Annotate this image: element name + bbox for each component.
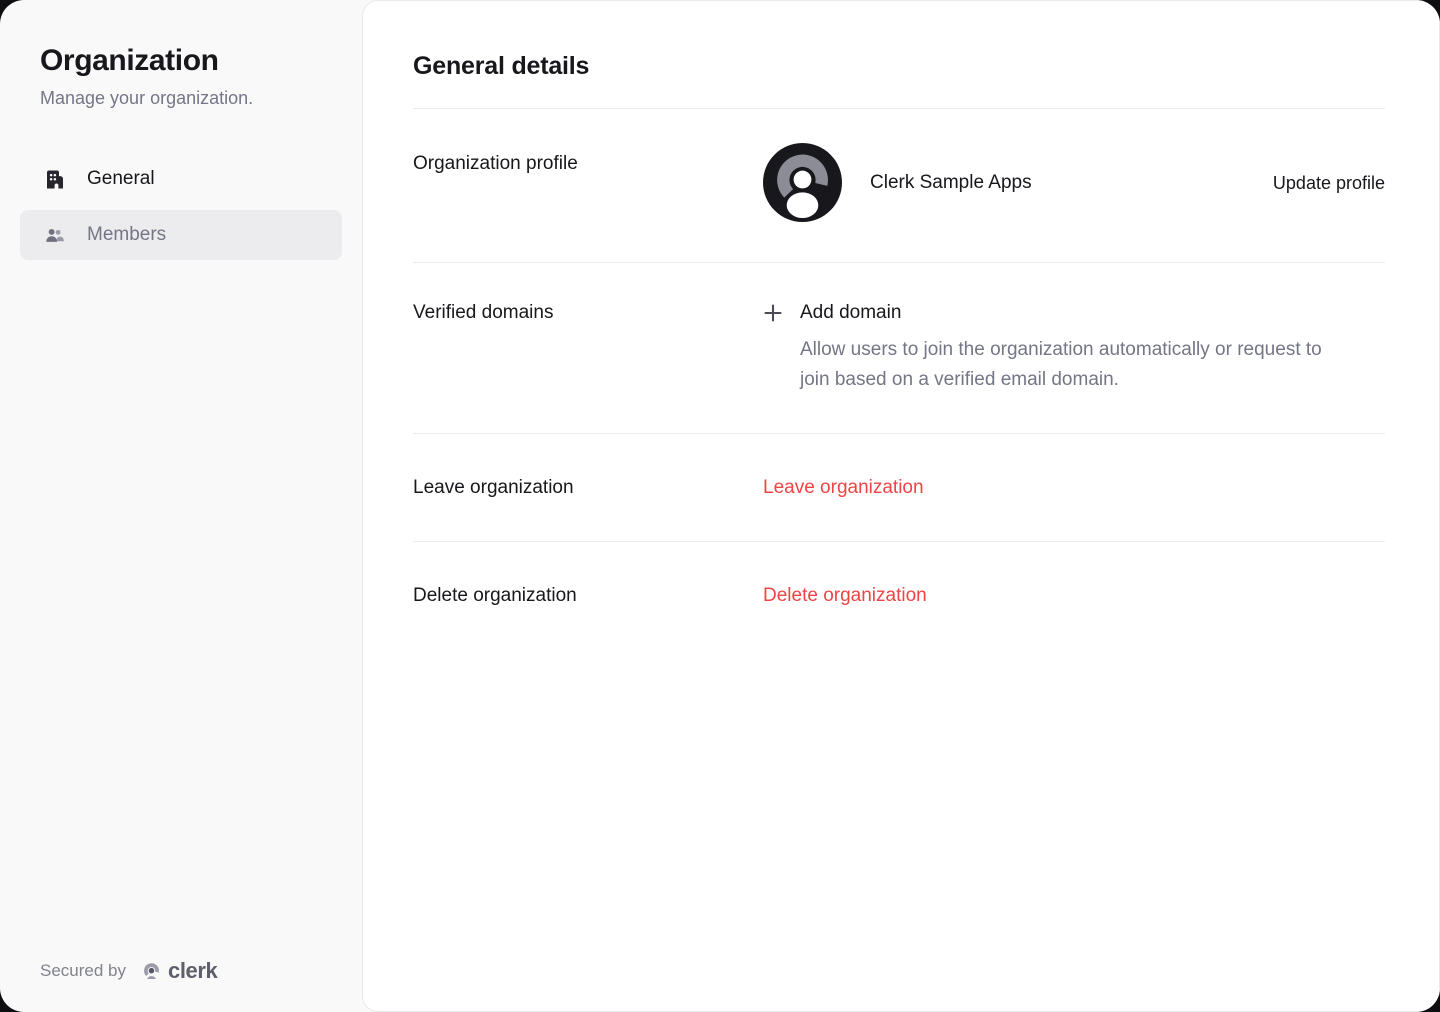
organization-profile-row: Organization profile Clerk Sample Apps xyxy=(413,109,1385,263)
verified-domains-cell: Add domain Allow users to join the organ… xyxy=(763,302,1385,395)
add-domain-label: Add domain xyxy=(800,302,901,324)
building-icon xyxy=(44,169,65,190)
organization-avatar xyxy=(763,143,842,222)
sidebar-item-label: Members xyxy=(87,224,166,246)
members-icon xyxy=(44,225,65,246)
leave-organization-button[interactable]: Leave organization xyxy=(763,477,1385,499)
row-label: Verified domains xyxy=(413,302,763,395)
sidebar-item-label: General xyxy=(87,168,155,190)
delete-organization-button[interactable]: Delete organization xyxy=(763,585,1385,607)
secured-by-label: Secured by xyxy=(40,961,126,981)
row-label: Leave organization xyxy=(413,477,763,499)
update-profile-button[interactable]: Update profile xyxy=(1273,171,1385,194)
sidebar: Organization Manage your organization. G… xyxy=(0,0,362,1012)
sidebar-item-members[interactable]: Members xyxy=(20,210,342,260)
verified-domains-row: Verified domains Add domain Allow users … xyxy=(413,263,1385,434)
sidebar-footer: Secured by clerk xyxy=(0,958,362,1012)
general-details-panel: General details Organization profile xyxy=(362,0,1440,1012)
organization-settings-card: Organization Manage your organization. G… xyxy=(0,0,1440,1012)
page-subtitle: Manage your organization. xyxy=(40,86,322,110)
panel-title: General details xyxy=(413,51,1385,81)
organization-name: Clerk Sample Apps xyxy=(870,172,1032,194)
delete-organization-row: Delete organization Delete organization xyxy=(413,542,1385,649)
page-title: Organization xyxy=(40,42,322,80)
row-label: Organization profile xyxy=(413,143,763,175)
organization-profile-cell: Clerk Sample Apps xyxy=(763,143,1273,222)
panel-header: General details xyxy=(413,1,1385,109)
sidebar-header: Organization Manage your organization. xyxy=(0,0,362,110)
row-label: Delete organization xyxy=(413,585,763,607)
sidebar-item-general[interactable]: General xyxy=(20,154,342,204)
verified-domains-description: Allow users to join the organization aut… xyxy=(800,335,1340,395)
clerk-brand-link[interactable]: clerk xyxy=(140,958,217,984)
add-domain-button[interactable]: Add domain xyxy=(763,302,1385,324)
clerk-logo-icon xyxy=(140,960,163,983)
plus-icon xyxy=(763,303,783,323)
leave-organization-row: Leave organization Leave organization xyxy=(413,434,1385,542)
sidebar-nav: General Members xyxy=(20,154,342,260)
clerk-wordmark: clerk xyxy=(168,958,217,984)
